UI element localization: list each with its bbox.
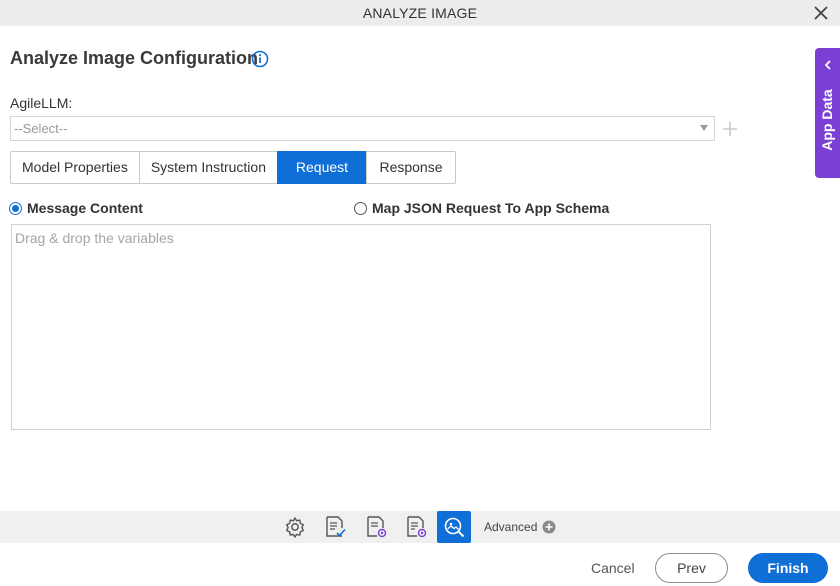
document-gear-icon[interactable]	[363, 514, 389, 540]
window-title: ANALYZE IMAGE	[362, 5, 478, 21]
radio-message-content[interactable]: Message Content	[9, 200, 143, 216]
radio-unchecked-indicator[interactable]	[354, 201, 367, 215]
agile-llm-label: AgileLLM:	[10, 95, 73, 111]
close-icon[interactable]	[812, 4, 830, 22]
tab-system-instruction[interactable]: System Instruction	[138, 151, 278, 184]
cancel-button[interactable]: Cancel	[591, 560, 635, 576]
plus-circle-icon[interactable]	[542, 520, 556, 534]
tab-request[interactable]: Request	[276, 151, 367, 184]
config-tabs: Model Properties System Instruction Requ…	[10, 151, 456, 184]
app-data-panel-toggle[interactable]: App Data	[815, 48, 840, 178]
image-search-icon	[444, 517, 465, 538]
finish-button[interactable]: Finish	[748, 553, 828, 583]
document-check-icon[interactable]	[322, 514, 348, 540]
bottom-toolbar: Advanced	[0, 511, 840, 543]
radio-map-json-request[interactable]: Map JSON Request To App Schema	[354, 200, 609, 216]
prev-button[interactable]: Prev	[655, 553, 728, 583]
page-title: Analyze Image Configuration	[10, 48, 259, 68]
settings-icon[interactable]	[282, 514, 308, 540]
chevron-left-icon	[824, 60, 831, 70]
chevron-down-icon	[700, 125, 708, 131]
advanced-toggle[interactable]: Advanced	[484, 520, 537, 534]
add-icon[interactable]	[722, 121, 738, 137]
info-icon[interactable]	[251, 50, 269, 68]
radio-message-content-label: Message Content	[27, 200, 143, 216]
agile-llm-select[interactable]: --Select--	[10, 116, 715, 141]
image-search-tab-button[interactable]	[437, 511, 471, 543]
tab-response[interactable]: Response	[365, 151, 456, 184]
message-content-dropzone[interactable]: Drag & drop the variables	[11, 224, 711, 430]
agile-llm-selected-value: --Select--	[14, 121, 68, 136]
radio-map-json-label: Map JSON Request To App Schema	[372, 200, 610, 216]
app-data-label: App Data	[819, 89, 835, 151]
radio-checked-indicator[interactable]	[9, 201, 22, 215]
document-settings-icon[interactable]	[403, 514, 429, 540]
tab-model-properties[interactable]: Model Properties	[10, 151, 140, 184]
window-titlebar: ANALYZE IMAGE	[0, 0, 840, 26]
dropzone-placeholder: Drag & drop the variables	[15, 230, 174, 246]
